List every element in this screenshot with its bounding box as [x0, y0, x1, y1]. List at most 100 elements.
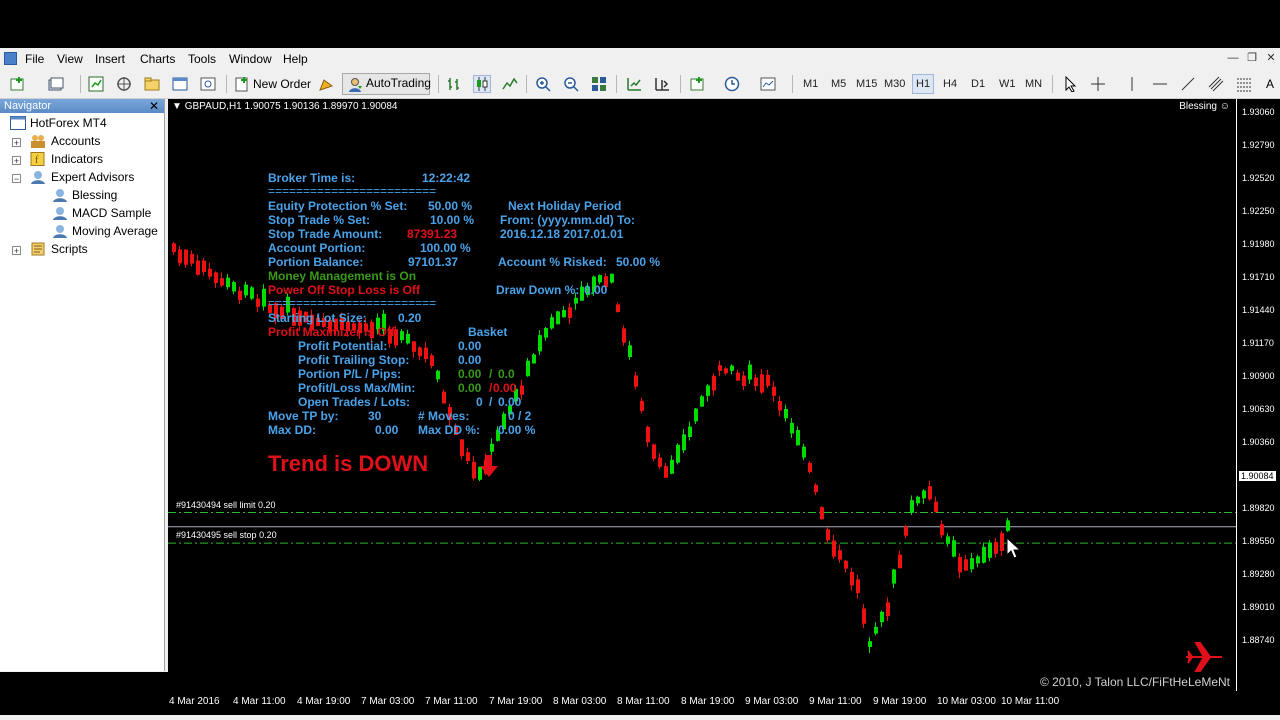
new-order-icon[interactable] [234, 76, 250, 92]
menu-tools[interactable]: Tools [188, 52, 216, 66]
portion-pips-value: 0.0 [498, 367, 515, 381]
periods-icon[interactable] [724, 76, 740, 92]
candle-body [436, 370, 440, 380]
candle-body [910, 500, 914, 513]
down-arrow-icon [480, 455, 498, 477]
candle-body [832, 540, 836, 557]
restore-icon[interactable]: ❐ [1243, 50, 1261, 66]
trendline-icon[interactable] [1180, 76, 1196, 92]
collapse-icon[interactable]: − [12, 174, 21, 184]
tf-d1[interactable]: D1 [971, 75, 985, 93]
equidistant-channel-icon[interactable] [1208, 76, 1224, 92]
candle-body [250, 287, 254, 299]
candle-body [664, 466, 668, 478]
trend-label: Trend is DOWN [268, 451, 429, 476]
profit-max-value: 0.00 [458, 381, 482, 395]
portion-balance-value: 97101.37 [408, 255, 459, 269]
navigator-icon[interactable] [144, 76, 160, 92]
data-window-icon[interactable] [116, 76, 132, 92]
navigator-panel: Navigator ✕ HotForex MT4 + Accounts + f … [0, 99, 165, 671]
vertical-line-icon[interactable] [1124, 76, 1140, 92]
candle-body [220, 278, 224, 286]
autotrading-label: AutoTrading [366, 76, 431, 90]
candle-body [796, 430, 800, 446]
cursor-icon[interactable] [1062, 76, 1078, 92]
minimize-icon[interactable]: — [1224, 50, 1242, 66]
candle-body [778, 401, 782, 411]
time-tick: 7 Mar 03:00 [361, 696, 415, 707]
candle-body [970, 558, 974, 570]
tf-m5[interactable]: M5 [831, 75, 846, 93]
menu-window[interactable]: Window [229, 52, 272, 66]
dropdown-arrow-icon[interactable]: ▼ [172, 101, 185, 112]
zoom-out-icon[interactable] [563, 76, 579, 92]
time-tick: 4 Mar 19:00 [297, 696, 351, 707]
price-axis[interactable]: 1.93060 1.92790 1.92520 1.92250 1.91980 1.917… [1236, 99, 1280, 691]
candle-body [226, 277, 230, 288]
tf-h4[interactable]: H4 [943, 75, 957, 93]
templates-icon[interactable] [760, 76, 776, 92]
autotrading-button[interactable]: AutoTrading [342, 73, 431, 95]
bar-chart-icon[interactable] [446, 76, 462, 92]
candle-body [628, 345, 632, 357]
max-dd-pct-value: 0.00 % [498, 423, 536, 437]
zoom-in-icon[interactable] [535, 76, 551, 92]
accounts-icon [31, 135, 45, 148]
tf-h1[interactable]: H1 [912, 74, 935, 94]
new-order-button[interactable]: New Order [253, 74, 311, 94]
profiles-icon[interactable] [48, 76, 64, 92]
candle-body [418, 347, 422, 357]
expand-icon[interactable]: + [12, 138, 21, 148]
candle-body [724, 368, 728, 374]
candle-body [238, 290, 242, 300]
holiday-from-to: From: (yyyy.mm.dd) To: [500, 213, 635, 227]
chart-shift-icon[interactable] [654, 76, 670, 92]
money-management-status: Money Management is On [268, 269, 417, 283]
candle-body [196, 260, 200, 275]
candle-body [682, 434, 686, 451]
expand-icon[interactable]: + [12, 246, 21, 256]
candle-body [922, 490, 926, 499]
navigator-close-icon[interactable]: ✕ [149, 99, 159, 113]
tf-w1[interactable]: W1 [999, 75, 1016, 93]
terminal-icon[interactable] [172, 76, 188, 92]
line-chart-icon[interactable] [502, 76, 518, 92]
text-tool-icon[interactable]: A [1266, 74, 1274, 94]
candle-body [916, 496, 920, 504]
menu-view[interactable]: View [57, 52, 83, 66]
close-icon[interactable]: ✕ [1262, 50, 1280, 66]
candlesticks-icon[interactable] [473, 75, 491, 93]
ea-name: Blessing [1179, 101, 1217, 112]
market-watch-icon[interactable] [88, 76, 104, 92]
menu-insert[interactable]: Insert [95, 52, 125, 66]
fibonacci-icon[interactable] [1236, 76, 1252, 92]
indicators-list-icon[interactable] [690, 76, 706, 92]
order-label-sell-limit: #91430494 sell limit 0.20 [176, 499, 276, 510]
tf-m15[interactable]: M15 [856, 75, 877, 93]
time-axis[interactable]: 4 Mar 2016 4 Mar 11:00 4 Mar 19:00 7 Mar 03… [168, 691, 1280, 714]
terminal-icon [10, 116, 26, 130]
metatrader-window: File View Insert Charts Tools Window Hel… [0, 48, 1280, 720]
auto-scroll-icon[interactable] [626, 76, 642, 92]
menu-file[interactable]: File [25, 52, 44, 66]
crosshair-icon[interactable] [1090, 76, 1106, 92]
candle-body [184, 249, 188, 265]
menu-charts[interactable]: Charts [140, 52, 175, 66]
price-chart[interactable]: ▼ GBPAUD,H1 1.90075 1.90136 1.89970 1.90… [168, 99, 1236, 691]
candle-body [946, 536, 950, 544]
tf-m30[interactable]: M30 [884, 75, 905, 93]
metaeditor-icon[interactable] [318, 76, 334, 92]
tf-m1[interactable]: M1 [803, 75, 818, 93]
copyright-text: © 2010, J Talon LLC/FiFtHeLeMeNt [1039, 675, 1230, 689]
expand-icon[interactable]: + [12, 156, 21, 166]
starting-lot-value: 0.20 [398, 311, 422, 325]
tile-windows-icon[interactable] [591, 76, 607, 92]
navigator-title-bar: Navigator ✕ [0, 99, 164, 113]
tf-mn[interactable]: MN [1025, 75, 1042, 93]
strategy-tester-icon[interactable] [200, 76, 216, 92]
horizontal-line-icon[interactable] [1152, 76, 1168, 92]
equity-protection-value: 50.00 % [428, 199, 473, 213]
nav-label: Expert Advisors [51, 170, 135, 184]
new-chart-icon[interactable] [10, 76, 26, 92]
menu-help[interactable]: Help [283, 52, 308, 66]
